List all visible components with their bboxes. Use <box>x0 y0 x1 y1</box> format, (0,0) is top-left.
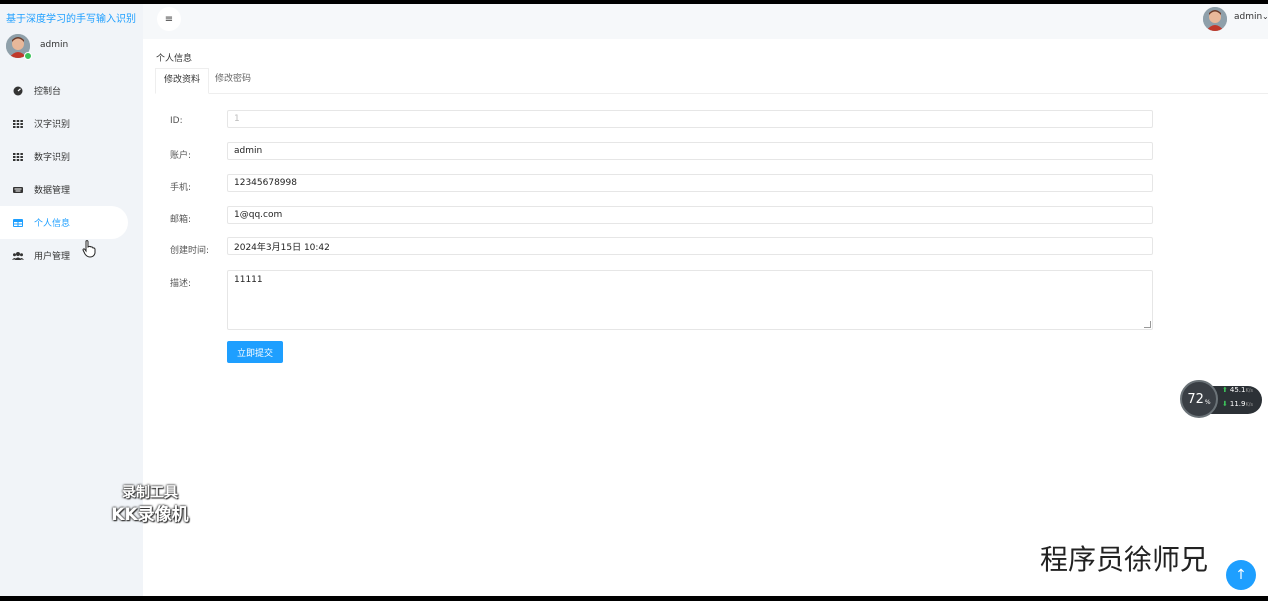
upload-speed-unit: K/s <box>1245 388 1254 394</box>
download-arrow-icon: ⬇ <box>1222 400 1228 408</box>
account-label: 账户: <box>170 151 192 161</box>
phone-field[interactable] <box>227 174 1153 192</box>
sidebar-item-label: 汉字识别 <box>34 120 71 130</box>
header-avatar[interactable] <box>1203 7 1227 31</box>
description-textarea[interactable]: 11111 <box>227 270 1153 330</box>
recording-watermark-title: 录制工具 <box>122 485 178 501</box>
sidebar-item-label: 用户管理 <box>34 252 71 262</box>
id-label: ID: <box>170 116 183 126</box>
pointer-cursor-icon <box>82 240 96 262</box>
keyboard-icon <box>12 184 24 196</box>
menu-toggle-button[interactable]: ≡ <box>157 7 181 31</box>
users-icon <box>12 250 24 262</box>
arrow-up-icon: ↑ <box>1235 567 1247 583</box>
sidebar-item-label: 数据管理 <box>34 186 71 196</box>
description-text: 11111 <box>234 275 263 285</box>
author-signature: 程序员徐师兄 <box>1040 543 1209 576</box>
speed-percent: 72 <box>1187 391 1204 407</box>
sidebar-item-data-management[interactable]: 数据管理 <box>0 173 143 206</box>
upload-arrow-icon: ⬆ <box>1222 386 1228 394</box>
submit-button[interactable]: 立即提交 <box>227 341 283 363</box>
sidebar-item-label: 个人信息 <box>34 219 71 229</box>
back-to-top-button[interactable]: ↑ <box>1226 560 1256 590</box>
dashboard-icon <box>12 85 24 97</box>
tab-bar: 修改资料 修改密码 <box>155 68 1268 94</box>
breadcrumb: 个人信息 <box>156 54 193 64</box>
header-username[interactable]: admin <box>1234 12 1262 22</box>
phone-label: 手机: <box>170 183 192 193</box>
online-status-dot <box>24 52 32 60</box>
tab-change-password[interactable]: 修改密码 <box>207 68 259 93</box>
grid-icon <box>12 151 24 163</box>
created-time-field[interactable] <box>227 237 1153 255</box>
sidebar-item-dashboard[interactable]: 控制台 <box>0 74 143 107</box>
email-field[interactable] <box>227 206 1153 224</box>
sidebar-item-profile[interactable]: 个人信息 <box>0 206 128 239</box>
table-icon <box>12 217 24 229</box>
id-field <box>227 110 1153 128</box>
download-speed-unit: K/s <box>1245 402 1254 408</box>
sidebar-item-digit-recognition[interactable]: 数字识别 <box>0 140 143 173</box>
speed-percent-unit: % <box>1204 398 1211 406</box>
download-speed: ⬇ 11.9K/s <box>1222 400 1253 408</box>
account-field[interactable] <box>227 142 1153 160</box>
download-speed-value: 11.9 <box>1229 400 1246 408</box>
app-window: 基于深度学习的手写输入识别 admin 控制台 汉字识别 数字识别 数据管理 个… <box>0 4 1268 596</box>
upload-speed: ⬆ 45.1K/s <box>1222 386 1253 394</box>
email-label: 邮箱: <box>170 215 192 225</box>
chevron-down-icon[interactable]: ⌄ <box>1262 12 1268 21</box>
sidebar-item-label: 数字识别 <box>34 153 71 163</box>
top-header: ≡ admin ⌄ <box>143 4 1268 39</box>
sidebar-menu: 控制台 汉字识别 数字识别 数据管理 个人信息 用户管理 <box>0 74 143 272</box>
sidebar-item-label: 控制台 <box>34 87 62 97</box>
grid-icon <box>12 118 24 130</box>
sidebar: 基于深度学习的手写输入识别 admin 控制台 汉字识别 数字识别 数据管理 个… <box>0 4 189 596</box>
tab-edit-profile[interactable]: 修改资料 <box>155 68 210 94</box>
sidebar-item-user-management[interactable]: 用户管理 <box>0 239 143 272</box>
resize-handle-icon[interactable] <box>1144 321 1151 328</box>
created-time-label: 创建时间: <box>170 246 210 256</box>
hamburger-icon: ≡ <box>164 13 174 25</box>
description-label: 描述: <box>170 279 192 289</box>
recording-watermark-brand: KK录像机 <box>111 505 189 525</box>
app-title: 基于深度学习的手写输入识别 <box>6 14 136 25</box>
avatar-image <box>1203 7 1227 31</box>
sidebar-username: admin <box>40 40 69 50</box>
upload-speed-value: 45.1 <box>1229 386 1246 394</box>
sidebar-item-hanzi-recognition[interactable]: 汉字识别 <box>0 107 143 140</box>
speed-gauge: 72% <box>1180 380 1218 418</box>
